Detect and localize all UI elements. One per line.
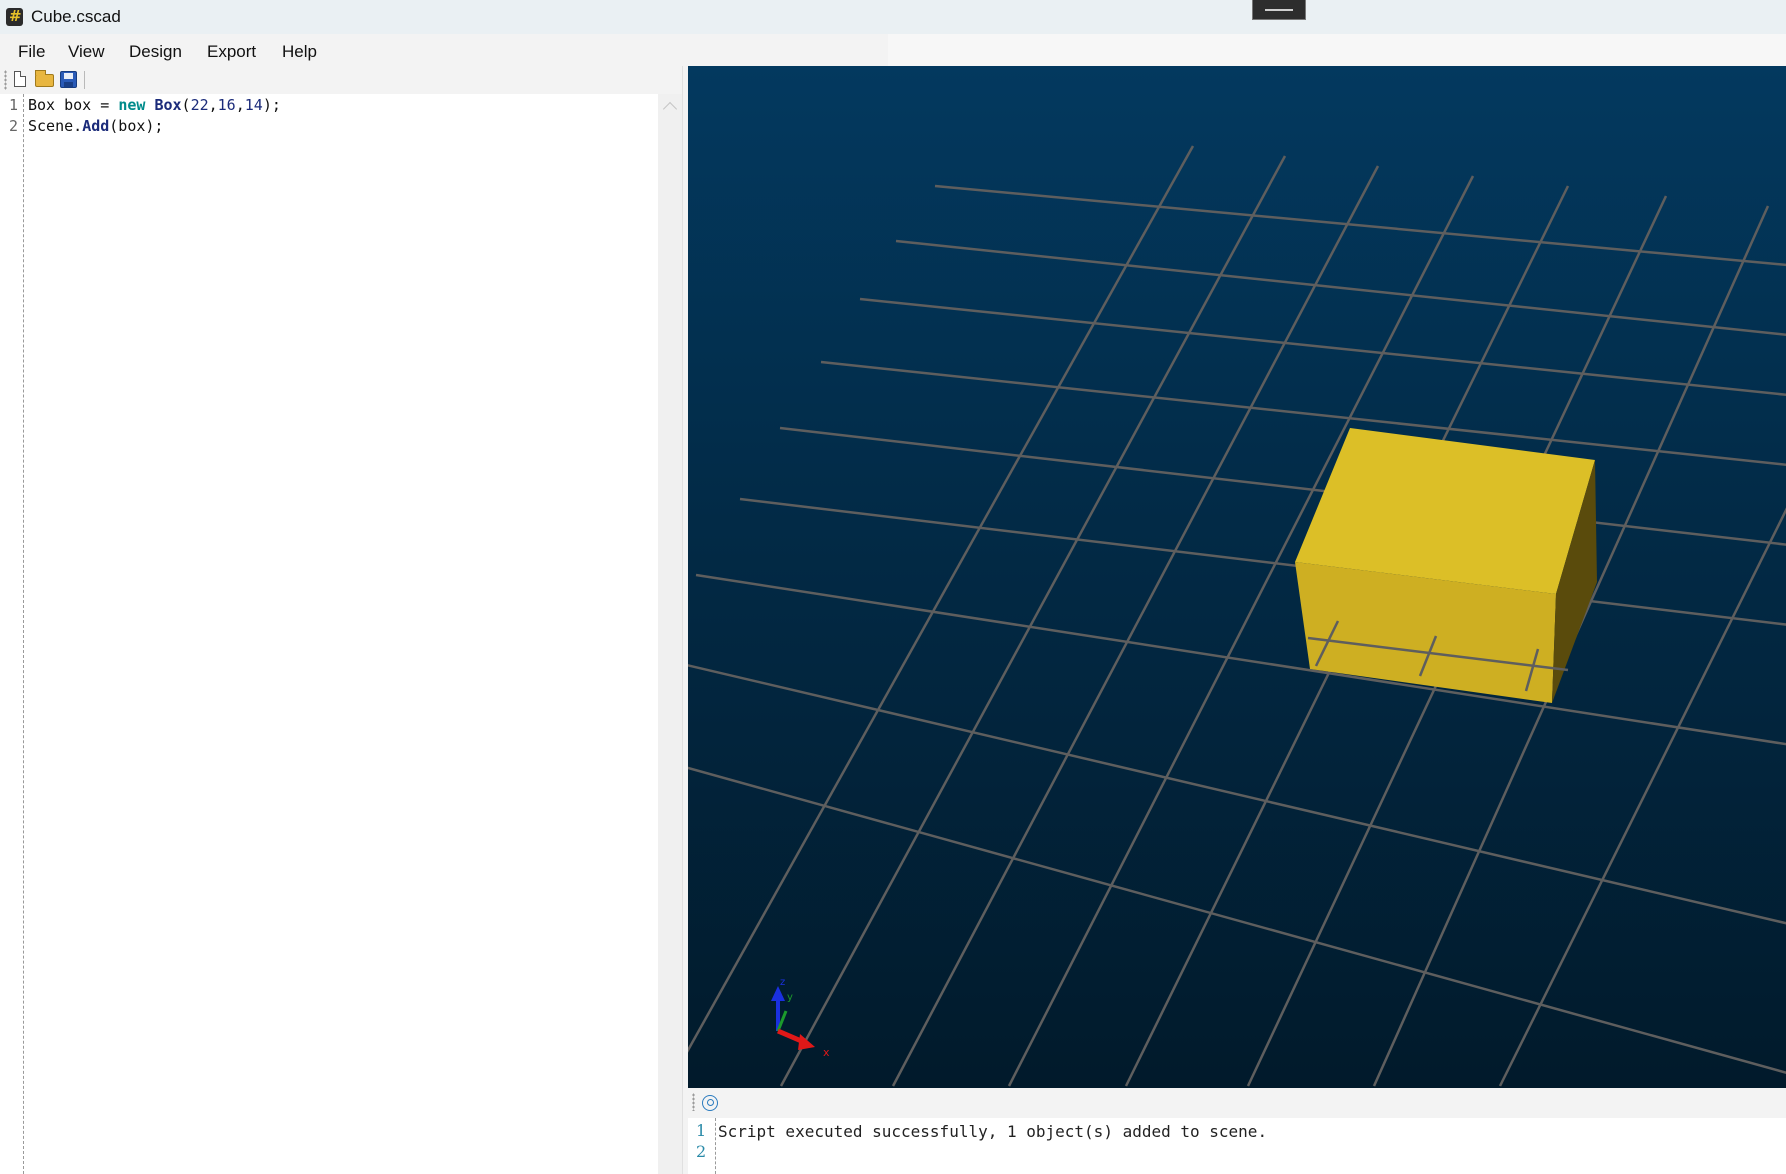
menu-help[interactable]: Help [282, 42, 317, 62]
z-axis-arrow [771, 986, 785, 1001]
code-token: , [209, 96, 218, 114]
menu-file[interactable]: File [18, 42, 45, 62]
3d-viewport[interactable]: z y x [688, 66, 1786, 1088]
app-logo-icon [6, 8, 23, 26]
clear-console-icon[interactable] [702, 1095, 718, 1111]
line-number-gutter: 1 2 [0, 94, 24, 1174]
menu-design[interactable]: Design [129, 42, 182, 62]
code-editor[interactable]: 1 2 Box box = new Box(22,16,14); Scene.A… [0, 94, 682, 1174]
code-line[interactable]: Scene.Add(box); [28, 117, 163, 135]
code-token: 16 [218, 96, 236, 114]
grid-line [688, 656, 1786, 926]
x-axis-label: x [823, 1046, 830, 1059]
grid-line [696, 575, 1786, 746]
menu-export[interactable]: Export [207, 42, 256, 62]
grid-line [896, 241, 1786, 336]
code-line[interactable]: Box box = new Box(22,16,14); [28, 96, 281, 114]
scroll-up-arrow-icon[interactable] [663, 102, 677, 116]
editor-toolbar [0, 66, 688, 94]
grid-line [781, 156, 1285, 1086]
console-line-number: 2 [696, 1142, 706, 1161]
grid-line [780, 428, 1786, 546]
code-token: , [236, 96, 245, 114]
menu-bar: File View Design Export Help [0, 34, 1786, 66]
line-number: 2 [9, 117, 18, 135]
ground-grid [688, 146, 1786, 1086]
code-token: 22 [191, 96, 209, 114]
save-disk-icon [60, 71, 77, 88]
axes-gizmo: z y x [771, 977, 830, 1059]
new-file-button[interactable] [10, 70, 30, 90]
console-message: Script executed successfully, 1 object(s… [718, 1122, 1267, 1141]
toolbar-grip[interactable] [4, 70, 7, 90]
y-axis-label: y [787, 992, 793, 1003]
code-token: ); [263, 96, 281, 114]
code-token: 14 [245, 96, 263, 114]
editor-scrollbar[interactable] [658, 94, 682, 1174]
code-token: Add [82, 117, 109, 135]
open-file-button[interactable] [34, 70, 54, 90]
title-bar: Cube.cscad [0, 0, 1786, 34]
code-token: ( [182, 96, 191, 114]
z-axis-label: z [780, 977, 785, 988]
grid-line [688, 146, 1193, 1086]
console-toolbar-grip[interactable] [692, 1093, 695, 1111]
box-object[interactable] [1295, 428, 1597, 703]
code-token: new [118, 96, 145, 114]
window-handle-button[interactable] [1252, 0, 1306, 20]
menu-view[interactable]: View [68, 42, 105, 62]
code-token: Box box = [28, 96, 118, 114]
console-line-number: 1 [696, 1121, 706, 1140]
toolbar-separator [84, 71, 85, 89]
open-folder-icon [35, 74, 54, 87]
output-console[interactable]: 1 2 Script executed successfully, 1 obje… [688, 1118, 1786, 1174]
code-token: Box [154, 96, 181, 114]
window-title: Cube.cscad [31, 7, 121, 27]
save-file-button[interactable] [58, 70, 78, 90]
console-toolbar [688, 1088, 1786, 1118]
new-file-icon [14, 71, 26, 87]
grid-line [688, 743, 1786, 1076]
console-line-gutter: 1 2 [688, 1118, 716, 1174]
code-token: Scene. [28, 117, 82, 135]
code-token: (box); [109, 117, 163, 135]
viewport-canvas: z y x [688, 66, 1786, 1088]
line-number: 1 [9, 96, 18, 114]
